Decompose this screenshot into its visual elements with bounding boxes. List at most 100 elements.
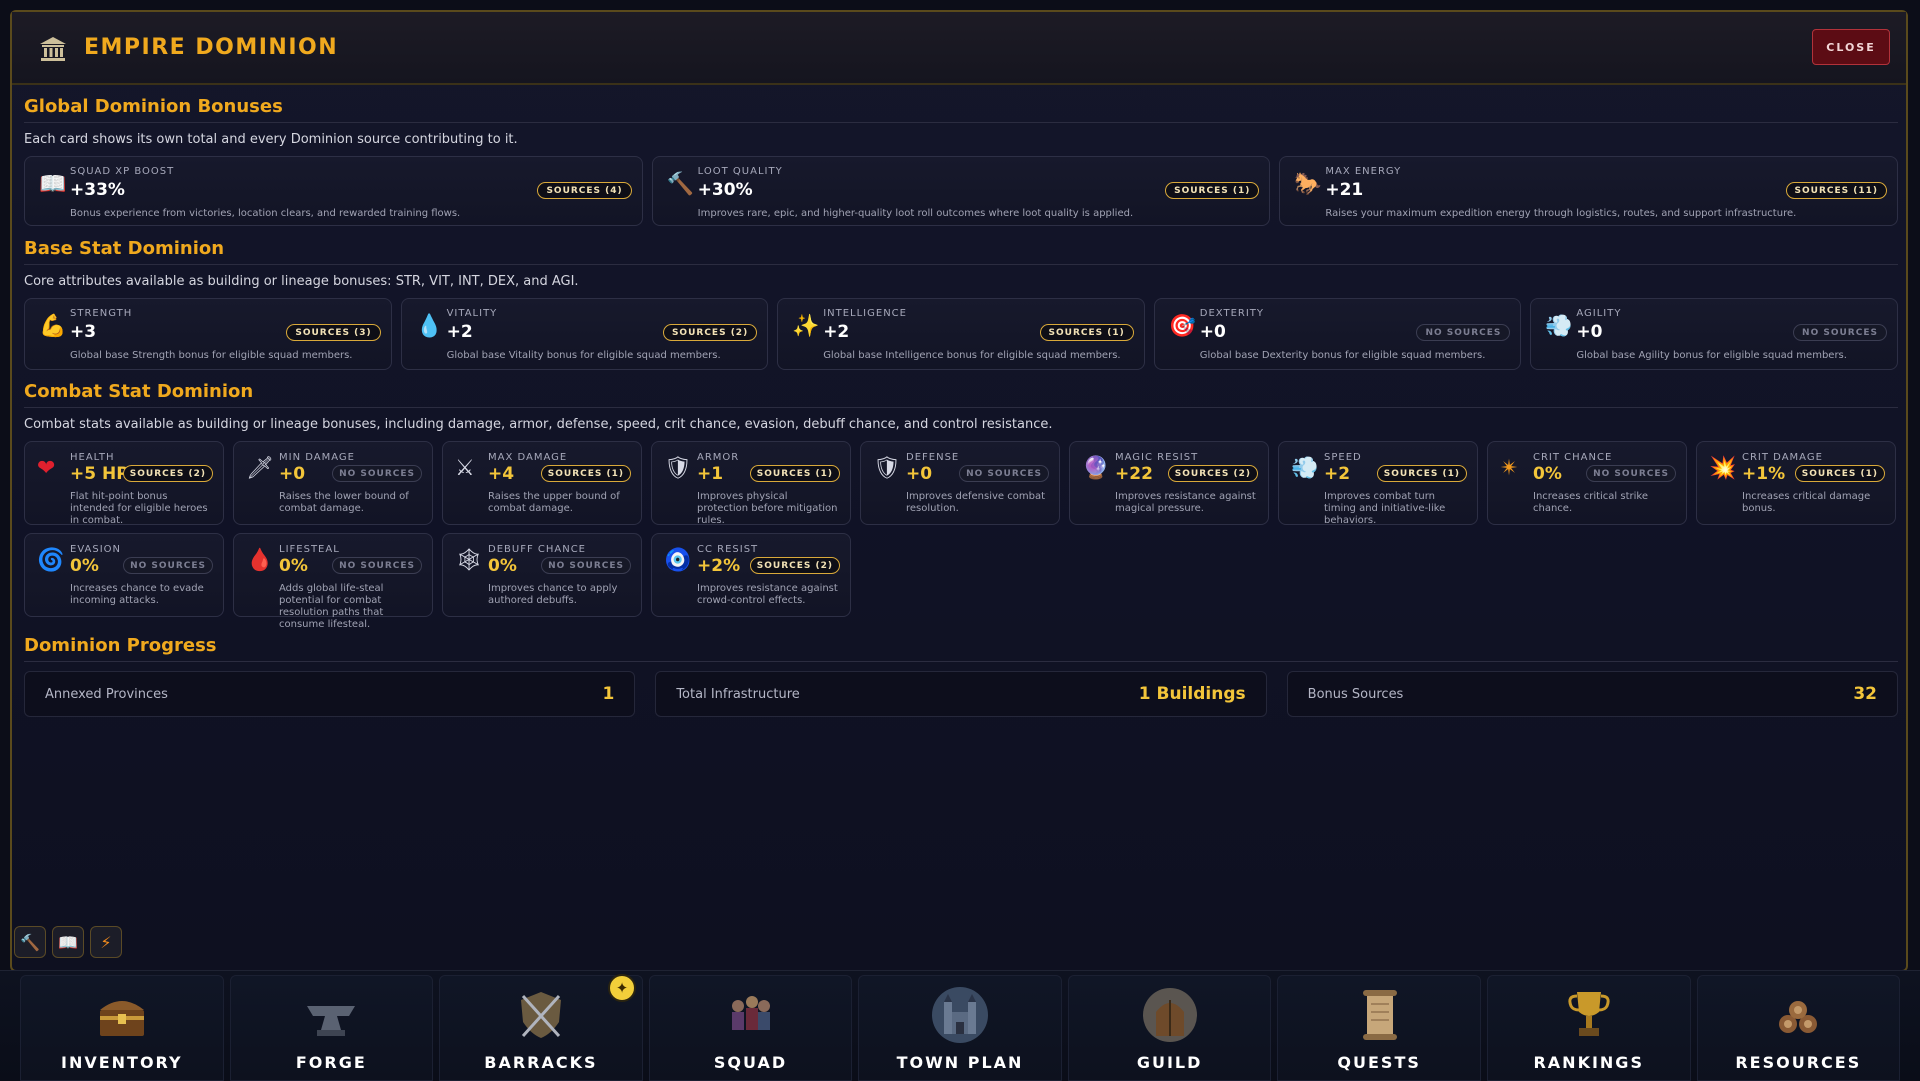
- lightning-icon: ⚡: [100, 932, 112, 952]
- trophy-icon: [1557, 986, 1621, 1044]
- sources-button[interactable]: SOURCES (2): [122, 465, 213, 482]
- sources-button[interactable]: NO SOURCES: [959, 465, 1049, 482]
- explosion-icon: 💥: [1709, 456, 1737, 481]
- wind-icon: 💨: [1291, 456, 1319, 481]
- card-value: 0%: [70, 556, 99, 576]
- card-desc: Global base Vitality bonus for eligible …: [446, 350, 721, 361]
- section-title-combat: Combat Stat Dominion: [24, 381, 1898, 408]
- nav-squad[interactable]: SQUAD: [648, 975, 853, 1081]
- flexed-arm-icon: 💪: [39, 314, 67, 339]
- sources-button[interactable]: SOURCES (2): [1167, 465, 1258, 482]
- sources-button[interactable]: SOURCES (4): [537, 182, 632, 199]
- card-value: 0%: [488, 556, 517, 576]
- card-crit-chance: ✴ CRIT CHANCE 0% NO SOURCES Increases cr…: [1487, 441, 1687, 525]
- card-label: CRIT DAMAGE: [1742, 452, 1823, 463]
- stat-value: 1: [602, 684, 615, 704]
- nav-resources[interactable]: RESOURCES: [1696, 975, 1901, 1081]
- card-max-damage: ⚔ MAX DAMAGE +4 SOURCES (1) Raises the u…: [442, 441, 642, 525]
- card-label: AGILITY: [1576, 308, 1622, 319]
- crossed-swords-icon: ⚔: [455, 456, 475, 481]
- nav-label: TOWN PLAN: [896, 1053, 1024, 1072]
- dagger-icon: 🗡: [246, 456, 274, 481]
- progress-stats: Annexed Provinces 1 Total Infrastructure…: [24, 671, 1898, 717]
- sources-button[interactable]: NO SOURCES: [1416, 324, 1511, 341]
- card-label: HEALTH: [70, 452, 115, 463]
- anvil-icon: [299, 986, 363, 1044]
- stat-label: Total Infrastructure: [676, 686, 800, 702]
- sources-button[interactable]: NO SOURCES: [332, 465, 422, 482]
- burst-icon: ✴: [1500, 456, 1519, 481]
- bottom-nav: INVENTORY FORGE BARRACKS SQUAD TOWN PLAN…: [0, 970, 1920, 1081]
- nav-town-plan[interactable]: TOWN PLAN: [858, 975, 1062, 1081]
- sources-button[interactable]: SOURCES (1): [1794, 465, 1885, 482]
- card-label: STRENGTH: [70, 308, 133, 319]
- close-button[interactable]: CLOSE: [1812, 29, 1890, 65]
- card-label: CC RESIST: [697, 544, 759, 555]
- card-label: CRIT CHANCE: [1533, 452, 1613, 463]
- sources-button[interactable]: SOURCES (1): [1165, 182, 1260, 199]
- blood-drop-icon: 🩸: [246, 548, 274, 573]
- sources-button[interactable]: NO SOURCES: [123, 557, 213, 574]
- card-desc: Improves rare, epic, and higher-quality …: [697, 208, 1134, 219]
- card-label: SQUAD XP BOOST: [70, 166, 175, 177]
- scroll-icon: [1347, 986, 1411, 1044]
- card-desc: Increases chance to evade incoming attac…: [70, 583, 204, 606]
- gate-icon: [1138, 986, 1202, 1044]
- stat-bonus-sources: Bonus Sources 32: [1286, 671, 1898, 717]
- bank-icon: [40, 37, 66, 61]
- sources-button[interactable]: NO SOURCES: [332, 557, 422, 574]
- card-value: +0: [279, 464, 306, 484]
- card-value: +2: [446, 322, 473, 342]
- treasure-chest-icon: [90, 986, 154, 1044]
- book-tool-button[interactable]: 📖: [52, 926, 84, 958]
- card-label: MIN DAMAGE: [279, 452, 355, 463]
- sources-button[interactable]: NO SOURCES: [1793, 324, 1887, 341]
- nav-rankings[interactable]: RANKINGS: [1486, 975, 1691, 1081]
- card-value: 0%: [279, 556, 308, 576]
- spider-web-icon: 🕸: [455, 548, 483, 573]
- sources-button[interactable]: SOURCES (1): [749, 465, 840, 482]
- lightning-tool-button[interactable]: ⚡: [90, 926, 122, 958]
- card-desc: Adds global life-steal potential for com…: [279, 583, 384, 630]
- card-label: DEBUFF CHANCE: [488, 544, 587, 555]
- nav-label: QUESTS: [1337, 1053, 1421, 1072]
- card-desc: Increases critical damage bonus.: [1742, 491, 1871, 514]
- card-label: MAGIC RESIST: [1115, 452, 1199, 463]
- stat-label: Bonus Sources: [1307, 686, 1404, 702]
- sources-button[interactable]: NO SOURCES: [541, 557, 631, 574]
- section-desc-combat: Combat stats available as building or li…: [24, 417, 1053, 432]
- nav-label: BARRACKS: [484, 1053, 598, 1072]
- panel-content: Global Dominion Bonuses Each card shows …: [24, 96, 1899, 717]
- sources-button[interactable]: SOURCES (11): [1785, 182, 1888, 199]
- card-magic-resist: 🔮 MAGIC RESIST +22 SOURCES (2) Improves …: [1069, 441, 1269, 525]
- evil-eye-icon: 🧿: [664, 548, 692, 573]
- stat-total-infrastructure: Total Infrastructure 1 Buildings: [655, 671, 1267, 717]
- card-desc: Improves combat turn timing and initiati…: [1324, 491, 1446, 526]
- nav-label: GUILD: [1136, 1053, 1203, 1072]
- card-value: +0: [1199, 322, 1226, 342]
- nav-inventory[interactable]: INVENTORY: [20, 975, 224, 1081]
- global-cards: 📖 SQUAD XP BOOST +33% SOURCES (4) Bonus …: [24, 156, 1899, 226]
- squad-icon: [718, 986, 782, 1044]
- hammer-tool-button[interactable]: 🔨: [14, 926, 46, 958]
- sources-button[interactable]: SOURCES (3): [286, 324, 381, 341]
- card-desc: Raises the upper bound of combat damage.: [488, 491, 620, 514]
- card-speed: 💨 SPEED +2 SOURCES (1) Improves combat t…: [1278, 441, 1478, 526]
- nav-guild[interactable]: GUILD: [1067, 975, 1272, 1081]
- card-desc: Improves resistance against magical pres…: [1115, 491, 1256, 514]
- sources-button[interactable]: SOURCES (1): [1039, 324, 1134, 341]
- sources-button[interactable]: SOURCES (1): [1376, 465, 1467, 482]
- sources-button[interactable]: SOURCES (1): [540, 465, 631, 482]
- card-min-damage: 🗡 MIN DAMAGE +0 NO SOURCES Raises the lo…: [233, 441, 433, 525]
- nav-quests[interactable]: QUESTS: [1277, 975, 1481, 1081]
- card-label: VITALITY: [446, 308, 498, 319]
- sources-button[interactable]: SOURCES (2): [749, 557, 840, 574]
- card-crit-damage: 💥 CRIT DAMAGE +1% SOURCES (1) Increases …: [1696, 441, 1896, 525]
- sources-button[interactable]: NO SOURCES: [1586, 465, 1676, 482]
- sources-button[interactable]: SOURCES (2): [662, 324, 758, 341]
- section-desc-base: Core attributes available as building or…: [24, 274, 579, 289]
- crystal-ball-icon: 🔮: [1082, 456, 1110, 481]
- card-label: ARMOR: [697, 452, 740, 463]
- nav-forge[interactable]: FORGE: [229, 975, 434, 1081]
- notification-star-icon[interactable]: ✦: [608, 974, 636, 1002]
